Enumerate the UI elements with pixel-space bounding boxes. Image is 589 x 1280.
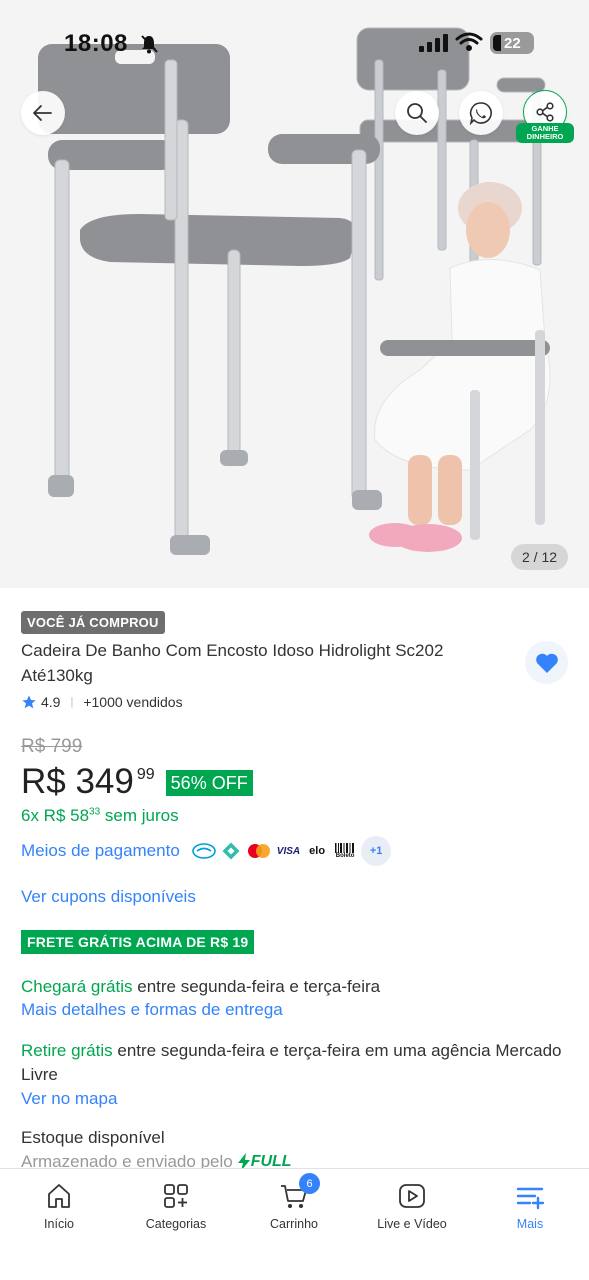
tab-label: Carrinho (270, 1217, 318, 1231)
tab-mais[interactable]: Mais (471, 1181, 589, 1231)
heart-icon (535, 653, 558, 673)
home-icon (48, 1184, 70, 1208)
status-time: 18:08 (64, 30, 128, 57)
current-price: R$ 349 (21, 762, 134, 801)
share-icon (536, 102, 554, 122)
original-price: R$ 799 (21, 736, 83, 757)
search-icon (407, 103, 427, 123)
tab-carrinho[interactable]: 6 Carrinho (235, 1173, 353, 1231)
free-shipping-badge: FRETE GRÁTIS ACIMA DE R$ 19 (21, 930, 255, 954)
status-bar: 18:08 22 (0, 0, 589, 88)
delivery-details-link[interactable]: Mais detalhes e formas de entrega (21, 1000, 283, 1019)
favorite-button[interactable] (525, 641, 568, 684)
pickup-info: Retire grátis entre segunda-feira e terç… (21, 1039, 571, 1111)
tab-label: Categorias (145, 1217, 207, 1231)
mastercard-icon (246, 839, 272, 863)
pix-icon (219, 839, 243, 863)
payment-methods-row[interactable]: Meios de pagamento VISA elo Boleto +1 (21, 836, 392, 866)
purchased-tag: VOCÊ JÁ COMPROU (21, 611, 165, 634)
battery-level: 22 (504, 34, 521, 52)
boleto-label: Boleto (335, 853, 355, 859)
signal-icon (419, 34, 448, 52)
product-image-gallery[interactable]: 18:08 22 GANHE DINHEIRO 2 / 12 (0, 0, 589, 588)
coupons-link[interactable]: Ver cupons disponíveis (21, 887, 196, 907)
current-price-cents: 99 (136, 766, 155, 783)
search-button[interactable] (395, 91, 439, 135)
installments-suffix: sem juros (104, 806, 179, 825)
share-earn-button[interactable]: GANHE DINHEIRO (516, 90, 574, 146)
elo-icon: elo (309, 845, 326, 857)
share-earn-badge: GANHE DINHEIRO (516, 123, 574, 143)
silent-bell-icon (141, 35, 158, 54)
tab-live-video[interactable]: Live e Vídeo (353, 1181, 471, 1231)
categories-icon (164, 1184, 188, 1208)
star-icon (22, 695, 36, 709)
tab-label: Início (44, 1217, 74, 1231)
delivery-text: entre segunda-feira e terça-feira (137, 977, 381, 996)
tab-inicio[interactable]: Início (0, 1181, 118, 1231)
mercado-pago-icon (191, 839, 216, 863)
rating-value: 4.9 (41, 694, 61, 710)
payment-icons[interactable]: VISA elo Boleto +1 (191, 836, 392, 866)
installments-amount: 6x R$ 58 (21, 806, 90, 825)
arrow-left-icon (33, 105, 52, 121)
more-payment-methods[interactable]: +1 (361, 836, 392, 866)
back-button[interactable] (21, 91, 65, 135)
rating-row[interactable]: 4.9 | +1000 vendidos (21, 692, 183, 712)
tab-label: Live e Vídeo (377, 1217, 447, 1231)
pickup-highlight: Retire grátis (21, 1041, 113, 1060)
tab-label: Mais (516, 1217, 544, 1231)
delivery-highlight: Chegará grátis (21, 977, 133, 996)
sold-count: +1000 vendidos (83, 694, 183, 710)
delivery-info: Chegará grátis entre segunda-feira e ter… (21, 975, 571, 1021)
view-map-link[interactable]: Ver no mapa (21, 1089, 117, 1108)
image-counter: 2 / 12 (511, 544, 568, 570)
play-icon (399, 1184, 425, 1208)
price-row: R$ 349 99 56% OFF (21, 760, 253, 804)
stock-title: Estoque disponível (21, 1128, 165, 1147)
whatsapp-button[interactable] (459, 91, 503, 135)
battery-icon: 22 (490, 32, 534, 54)
boleto-icon: Boleto (332, 839, 358, 863)
installments-cents: 33 (89, 806, 101, 818)
cart-count-badge: 6 (299, 1173, 320, 1194)
product-image[interactable] (0, 0, 589, 588)
whatsapp-icon (469, 102, 492, 126)
more-menu-icon (516, 1187, 545, 1210)
payment-methods-link[interactable]: Meios de pagamento (21, 841, 180, 861)
separator: | (70, 696, 74, 708)
visa-icon: VISA (276, 845, 301, 857)
wifi-icon (455, 32, 483, 51)
bottom-tab-bar: Início Categorias 6 Carrinho Live e Víde… (0, 1168, 589, 1280)
installments: 6x R$ 5833 sem juros (21, 806, 179, 826)
discount-badge: 56% OFF (165, 770, 253, 796)
product-title: Cadeira De Banho Com Encosto Idoso Hidro… (21, 641, 444, 685)
tab-categorias[interactable]: Categorias (117, 1181, 235, 1231)
